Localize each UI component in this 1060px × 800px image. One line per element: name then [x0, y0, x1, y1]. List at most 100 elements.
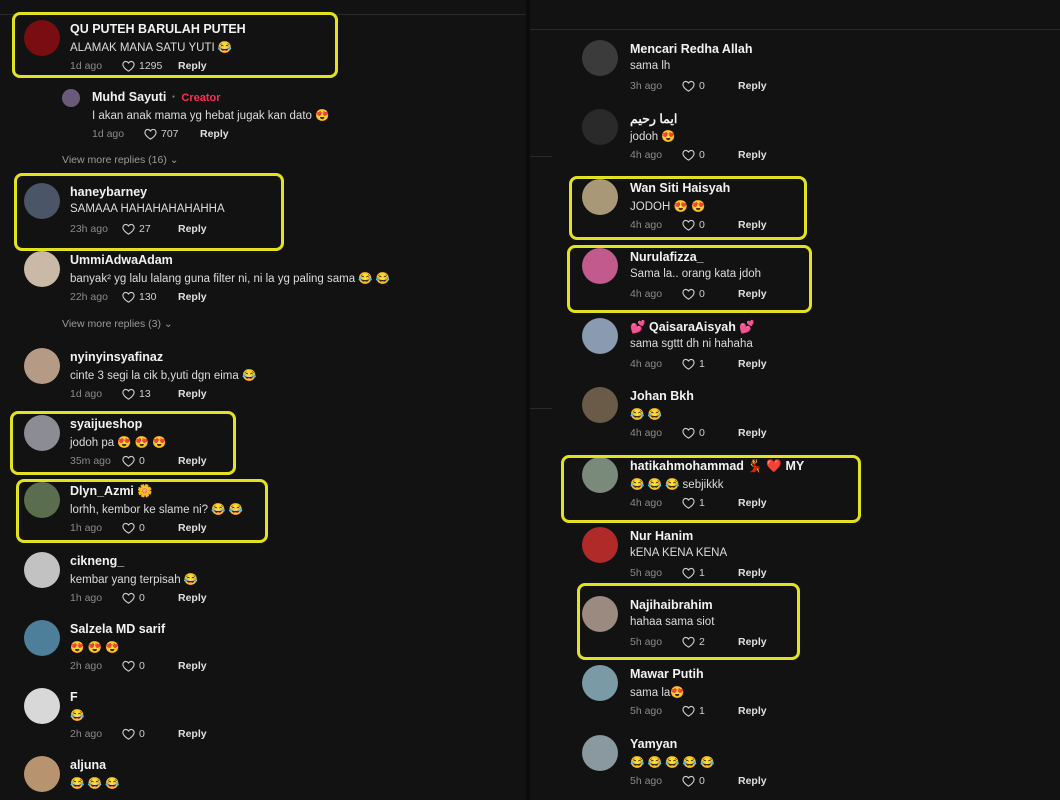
- heart-icon[interactable]: [682, 149, 695, 161]
- avatar[interactable]: [24, 183, 60, 219]
- comment-username[interactable]: Salzela MD sarif: [70, 622, 165, 636]
- heart-icon[interactable]: [682, 219, 695, 231]
- comment-username[interactable]: Dlyn_Azmi 🌼: [70, 484, 153, 499]
- chevron-down-icon[interactable]: ⌄: [167, 154, 179, 166]
- username-text[interactable]: hatikahmohammad 💃 ❤️ MY: [630, 459, 804, 473]
- heart-icon[interactable]: [122, 291, 135, 303]
- username-text[interactable]: Dlyn_Azmi 🌼: [70, 484, 153, 498]
- username-text[interactable]: nyinyinsyafinaz: [70, 350, 163, 364]
- like-button[interactable]: 0: [122, 728, 178, 740]
- heart-icon[interactable]: [122, 660, 135, 672]
- avatar[interactable]: [582, 318, 618, 354]
- avatar[interactable]: [24, 251, 60, 287]
- like-button[interactable]: 1295: [122, 60, 178, 72]
- like-button[interactable]: 0: [682, 775, 738, 787]
- reply-button[interactable]: Reply: [738, 288, 767, 300]
- comment-username[interactable]: Nurulafizza_: [630, 250, 704, 264]
- like-button[interactable]: 0: [682, 219, 738, 231]
- reply-button[interactable]: Reply: [178, 388, 207, 400]
- heart-icon[interactable]: [682, 567, 695, 579]
- username-text[interactable]: UmmiAdwaAdam: [70, 253, 173, 267]
- reply-button[interactable]: Reply: [738, 636, 767, 648]
- reply-button[interactable]: Reply: [738, 775, 767, 787]
- heart-icon[interactable]: [122, 522, 135, 534]
- like-button[interactable]: 0: [682, 427, 738, 439]
- username-text[interactable]: F: [70, 690, 78, 704]
- username-text[interactable]: QU PUTEH BARULAH PUTEH: [70, 22, 246, 36]
- comment-username[interactable]: 💕 QaisaraAisyah 💕: [630, 320, 755, 335]
- like-button[interactable]: 0: [682, 288, 738, 300]
- comment-username[interactable]: Mawar Putih: [630, 667, 704, 681]
- like-button[interactable]: 707: [144, 128, 200, 140]
- reply-button[interactable]: Reply: [738, 80, 767, 92]
- username-text[interactable]: cikneng_: [70, 554, 124, 568]
- reply-button[interactable]: Reply: [738, 567, 767, 579]
- like-button[interactable]: 13: [122, 388, 178, 400]
- reply-button[interactable]: Reply: [738, 149, 767, 161]
- username-text[interactable]: Mawar Putih: [630, 667, 704, 681]
- comment-username[interactable]: nyinyinsyafinaz: [70, 350, 163, 364]
- like-button[interactable]: 130: [122, 291, 178, 303]
- heart-icon[interactable]: [682, 705, 695, 717]
- heart-icon[interactable]: [122, 728, 135, 740]
- heart-icon[interactable]: [122, 592, 135, 604]
- reply-button[interactable]: Reply: [200, 128, 229, 140]
- comment-username[interactable]: Johan Bkh: [630, 389, 694, 403]
- avatar[interactable]: [24, 688, 60, 724]
- username-text[interactable]: Wan Siti Haisyah: [630, 181, 730, 195]
- like-button[interactable]: 0: [122, 455, 178, 467]
- chevron-down-icon[interactable]: ⌄: [161, 318, 173, 330]
- reply-button[interactable]: Reply: [738, 219, 767, 231]
- view-more-label[interactable]: View more replies (16): [62, 154, 167, 166]
- comment-username[interactable]: Wan Siti Haisyah: [630, 181, 730, 195]
- username-text[interactable]: haneybarney: [70, 185, 147, 199]
- avatar[interactable]: [582, 179, 618, 215]
- avatar[interactable]: [24, 756, 60, 792]
- comment-username[interactable]: Najihaibrahim: [630, 598, 713, 612]
- comment-username[interactable]: QU PUTEH BARULAH PUTEH: [70, 22, 246, 36]
- like-button[interactable]: 1: [682, 497, 738, 509]
- reply-button[interactable]: Reply: [738, 705, 767, 717]
- heart-icon[interactable]: [682, 80, 695, 92]
- reply-button[interactable]: Reply: [178, 455, 207, 467]
- avatar[interactable]: [24, 620, 60, 656]
- heart-icon[interactable]: [122, 60, 135, 72]
- username-text[interactable]: Nurulafizza_: [630, 250, 704, 264]
- like-button[interactable]: 27: [122, 223, 178, 235]
- comment-username[interactable]: aljuna: [70, 758, 106, 772]
- reply-button[interactable]: Reply: [178, 660, 207, 672]
- reply-button[interactable]: Reply: [178, 592, 207, 604]
- avatar[interactable]: [582, 387, 618, 423]
- like-button[interactable]: 2: [682, 636, 738, 648]
- username-text[interactable]: Yamyan: [630, 737, 677, 751]
- like-button[interactable]: 0: [122, 592, 178, 604]
- avatar[interactable]: [582, 527, 618, 563]
- like-button[interactable]: 0: [682, 80, 738, 92]
- reply-button[interactable]: Reply: [178, 522, 207, 534]
- comment-username[interactable]: Nur Hanim: [630, 529, 693, 543]
- comment-username[interactable]: Muhd Sayuti · Creator: [92, 90, 221, 104]
- avatar[interactable]: [582, 40, 618, 76]
- heart-icon[interactable]: [682, 775, 695, 787]
- avatar[interactable]: [24, 482, 60, 518]
- reply-button[interactable]: Reply: [178, 60, 207, 72]
- username-text[interactable]: Muhd Sayuti: [92, 90, 166, 104]
- avatar[interactable]: [582, 735, 618, 771]
- avatar[interactable]: [24, 552, 60, 588]
- heart-icon[interactable]: [122, 223, 135, 235]
- avatar[interactable]: [24, 348, 60, 384]
- username-text[interactable]: Nur Hanim: [630, 529, 693, 543]
- like-button[interactable]: 0: [682, 149, 738, 161]
- heart-icon[interactable]: [682, 636, 695, 648]
- like-button[interactable]: 0: [122, 660, 178, 672]
- view-more-label[interactable]: View more replies (3): [62, 318, 161, 330]
- avatar[interactable]: [582, 109, 618, 145]
- comment-username[interactable]: cikneng_: [70, 554, 124, 568]
- heart-icon[interactable]: [682, 497, 695, 509]
- username-text[interactable]: ايما رحيم: [630, 112, 677, 126]
- heart-icon[interactable]: [682, 427, 695, 439]
- comment-username[interactable]: Yamyan: [630, 737, 677, 751]
- comment-username[interactable]: UmmiAdwaAdam: [70, 253, 173, 267]
- avatar[interactable]: [582, 665, 618, 701]
- heart-icon[interactable]: [122, 388, 135, 400]
